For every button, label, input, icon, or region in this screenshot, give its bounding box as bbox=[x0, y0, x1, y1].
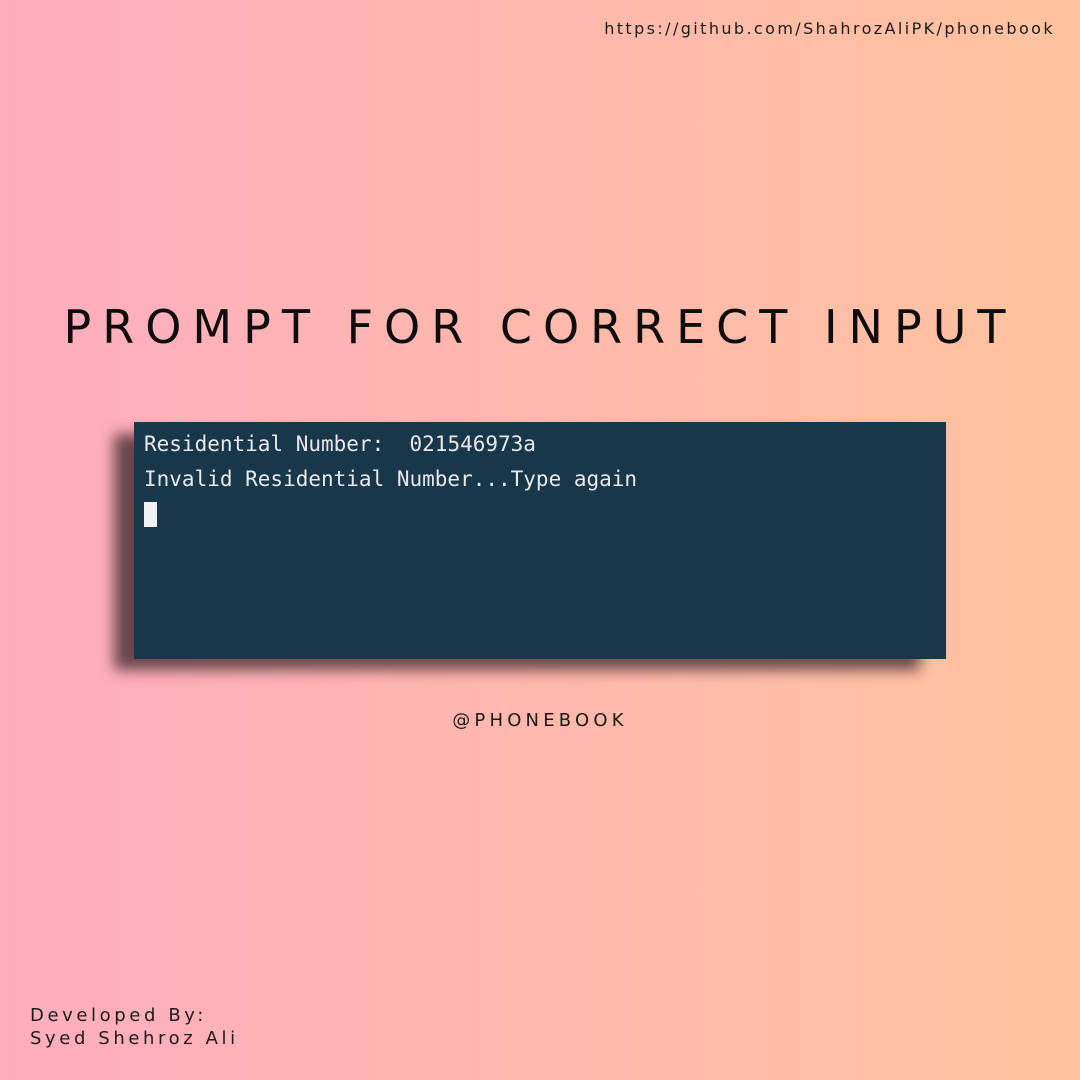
terminal-error-message: Invalid Residential Number...Type again bbox=[144, 467, 638, 491]
terminal-window[interactable]: Residential Number: 021546973a Invalid R… bbox=[134, 422, 946, 659]
page-headline: PROMPT FOR CORRECT INPUT bbox=[63, 300, 1017, 354]
credits-author: Syed Shehroz Ali bbox=[30, 1028, 239, 1049]
terminal-cursor bbox=[144, 501, 157, 527]
terminal-error-line: Invalid Residential Number...Type again bbox=[144, 462, 936, 497]
terminal-prompt-label: Residential Number: bbox=[144, 432, 385, 456]
terminal-entered-value: 021546973a bbox=[409, 432, 536, 456]
terminal-cursor-line[interactable] bbox=[144, 497, 936, 532]
repo-url-text: https://github.com/ShahrozAliPK/phoneboo… bbox=[604, 19, 1055, 38]
terminal-input-line: Residential Number: 021546973a bbox=[144, 427, 936, 462]
phonebook-handle: @PHONEBOOK bbox=[452, 710, 628, 731]
credits-label: Developed By: bbox=[30, 1005, 207, 1026]
developer-credits: Developed By: Syed Shehroz Ali bbox=[30, 1004, 239, 1050]
